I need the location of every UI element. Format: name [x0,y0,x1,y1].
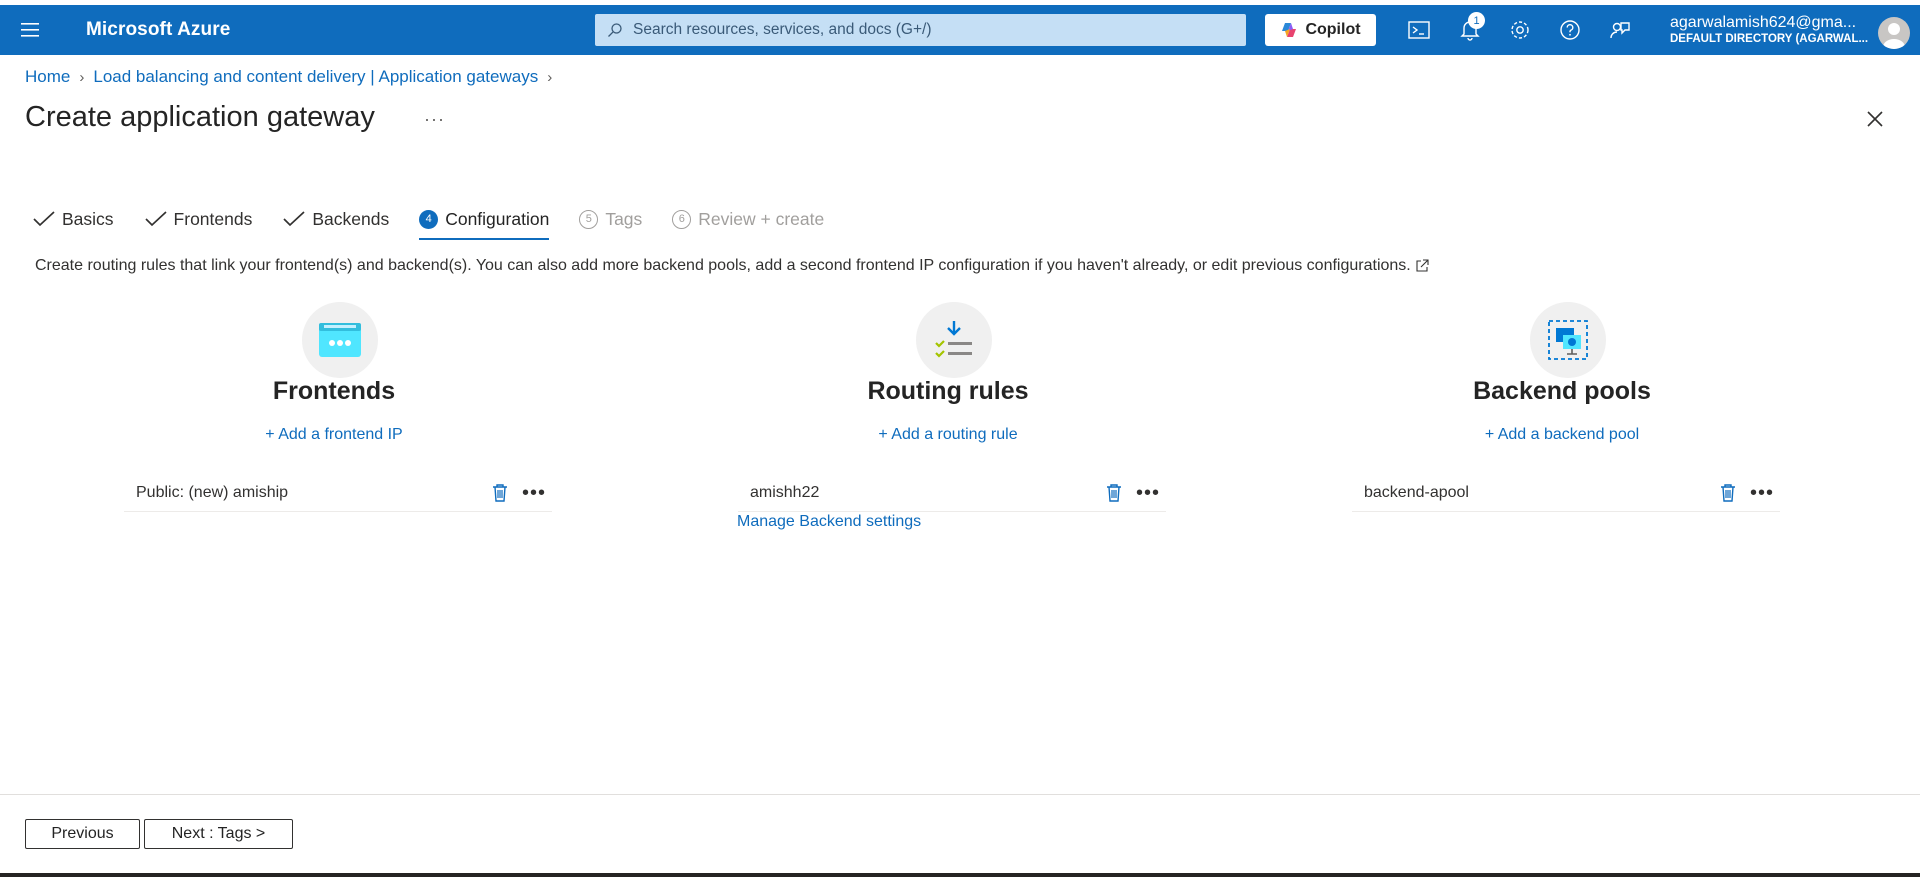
avatar[interactable] [1878,17,1910,49]
frontend-ip-name: Public: (new) amiship [136,483,289,501]
step-number: 5 [579,209,599,229]
tab-label: Tags [605,208,643,229]
step-number: 4 [419,209,439,229]
cloud-shell-icon[interactable] [1405,16,1433,44]
account-email: agarwalamish624@gma... [1670,14,1857,31]
more-options-icon[interactable]: ••• [522,483,546,503]
footer-divider [0,794,1920,795]
frontend-icon [302,302,378,378]
search-placeholder: Search resources, services, and docs (G+… [633,21,932,38]
copilot-button[interactable]: Copilot [1265,14,1376,46]
settings-gear-icon[interactable] [1506,16,1534,44]
backend-pools-heading: Backend pools [1473,377,1651,405]
account-info[interactable]: agarwalamish624@gma... DEFAULT DIRECTORY… [1670,14,1875,45]
routing-rules-icon [916,302,992,378]
routing-rules-heading: Routing rules [867,377,1029,405]
portal-header: Microsoft Azure Search resources, servic… [0,5,1920,55]
add-routing-rule-link[interactable]: + Add a routing rule [728,426,1168,444]
add-backend-pool-link[interactable]: + Add a backend pool [1342,426,1782,444]
backend-pool-icon [1530,302,1606,378]
frontends-heading: Frontends [272,377,396,405]
list-item[interactable]: Public: (new) amiship ••• [124,474,552,512]
menu-icon[interactable] [0,5,60,55]
breadcrumb: Home › Load balancing and content delive… [25,67,561,87]
description-text: Create routing rules that link your fron… [35,257,1411,274]
tab-tags[interactable]: 5 Tags [579,204,642,234]
previous-button[interactable]: Previous [25,819,140,849]
wizard-tabs: Basics Frontends Backends 4 Configuratio… [32,204,854,240]
checkmark-icon [283,211,305,227]
manage-backend-settings-link[interactable]: Manage Backend settings [737,513,921,531]
delete-icon[interactable] [492,483,508,503]
tab-review-create[interactable]: 6 Review + create [672,204,824,234]
list-item[interactable]: backend-apool ••• [1352,474,1780,512]
help-icon[interactable] [1556,16,1584,44]
copilot-icon [1282,23,1297,37]
taskbar-edge [0,873,1920,877]
tab-label: Configuration [445,208,550,229]
breadcrumb-parent[interactable]: Load balancing and content delivery | Ap… [93,67,538,87]
more-options-icon[interactable]: ••• [1750,483,1774,503]
tab-backends[interactable]: Backends [282,204,389,234]
checkmark-icon [144,211,167,227]
checkmark-icon [33,211,55,227]
breadcrumb-home[interactable]: Home [25,67,70,87]
routing-rule-name: amishh22 [750,483,820,501]
tab-label: Basics [62,208,114,229]
tab-label: Backends [312,208,390,229]
tab-basics[interactable]: Basics [32,204,114,234]
close-icon[interactable] [1862,106,1888,132]
page-title: Create application gateway [25,101,375,133]
feedback-icon[interactable] [1606,16,1634,44]
chevron-right-icon: › [79,68,85,86]
list-item[interactable]: amishh22 ••• [738,474,1166,512]
backend-pool-name: backend-apool [1364,483,1469,501]
next-tags-button[interactable]: Next : Tags > [144,819,293,849]
step-number: 6 [672,209,692,229]
chevron-right-icon: › [547,68,553,86]
account-directory: DEFAULT DIRECTORY (AGARWAL... [1670,33,1869,45]
add-frontend-ip-link[interactable]: + Add a frontend IP [114,426,554,444]
tab-frontends[interactable]: Frontends [144,204,253,234]
delete-icon[interactable] [1106,483,1122,503]
tab-label: Frontends [173,208,253,229]
portal-brand[interactable]: Microsoft Azure [86,19,230,41]
tab-configuration[interactable]: 4 Configuration [419,204,550,240]
copilot-label: Copilot [1305,21,1361,38]
configuration-description: Create routing rules that link your fron… [35,257,1429,275]
more-options-icon[interactable]: ··· [424,109,445,130]
search-input[interactable]: Search resources, services, and docs (G+… [595,14,1246,46]
notification-badge: 1 [1468,12,1485,29]
external-link-icon[interactable] [1415,259,1429,273]
more-options-icon[interactable]: ••• [1136,483,1160,503]
tab-label: Review + create [698,208,825,229]
search-icon [608,23,622,37]
delete-icon[interactable] [1720,483,1736,503]
